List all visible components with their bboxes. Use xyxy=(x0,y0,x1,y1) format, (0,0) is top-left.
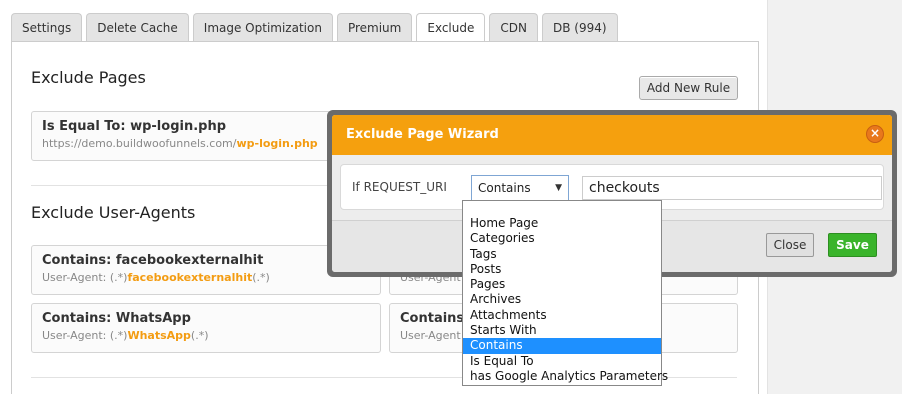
tab-settings[interactable]: Settings xyxy=(11,13,83,42)
option-google-analytics-params[interactable]: has Google Analytics Parameters xyxy=(463,369,668,384)
rule-title: Contains: facebookexternalhit xyxy=(42,253,264,268)
wizard-header: Exclude Page Wizard × xyxy=(332,115,892,155)
option-archives[interactable]: Archives xyxy=(463,292,661,307)
operator-select[interactable]: Contains ▼ xyxy=(471,175,569,201)
exclude-page-rule[interactable]: Is Equal To: wp-login.php https://demo.b… xyxy=(31,111,331,161)
condition-label: If REQUEST_URI xyxy=(352,180,447,194)
option-pages[interactable]: Pages xyxy=(463,277,661,292)
rule-title: Contains: WhatsApp xyxy=(42,311,191,326)
rule-title: Is Equal To: wp-login.php xyxy=(42,119,227,134)
uri-value-input[interactable]: checkouts xyxy=(582,176,882,200)
exclude-user-agents-title: Exclude User-Agents xyxy=(31,203,196,222)
option-contains[interactable]: Contains xyxy=(463,338,661,354)
exclude-pages-title: Exclude Pages xyxy=(31,68,146,87)
tab-exclude[interactable]: Exclude xyxy=(416,13,486,43)
option-categories[interactable]: Categories xyxy=(463,231,661,246)
caret-down-icon: ▼ xyxy=(555,183,562,193)
tab-cdn[interactable]: CDN xyxy=(489,13,538,42)
option-home-page[interactable]: Home Page xyxy=(463,216,661,231)
tab-premium[interactable]: Premium xyxy=(336,13,413,42)
option-starts-with[interactable]: Starts With xyxy=(463,323,661,338)
save-button[interactable]: Save xyxy=(828,233,877,257)
tab-bar: Settings Delete Cache Image Optimization… xyxy=(11,13,622,43)
user-agent-rule[interactable]: Contains: WhatsApp User-Agent: (.*)Whats… xyxy=(31,303,381,353)
rule-detail: User-Agent: (.*)facebookexternalhit(.*) xyxy=(42,271,270,284)
rule-detail: User-Agent: (.*)WhatsApp(.*) xyxy=(42,329,209,342)
option-attachments[interactable]: Attachments xyxy=(463,308,661,323)
tab-image-optimization[interactable]: Image Optimization xyxy=(192,13,333,42)
add-new-rule-button[interactable]: Add New Rule xyxy=(639,76,738,100)
option-tags[interactable]: Tags xyxy=(463,247,661,262)
close-icon[interactable]: × xyxy=(866,125,884,143)
close-button[interactable]: Close xyxy=(766,233,814,257)
rule-detail: https://demo.buildwoofunnels.com/wp-logi… xyxy=(42,137,318,150)
option-is-equal-to[interactable]: Is Equal To xyxy=(463,354,661,369)
tab-db[interactable]: DB (994) xyxy=(541,13,618,42)
tab-delete-cache[interactable]: Delete Cache xyxy=(86,13,189,42)
operator-dropdown-list: Home Page Categories Tags Posts Pages Ar… xyxy=(462,200,668,386)
option-posts[interactable]: Posts xyxy=(463,262,661,277)
operator-selected-value: Contains xyxy=(478,181,531,195)
wizard-title: Exclude Page Wizard xyxy=(346,127,499,142)
